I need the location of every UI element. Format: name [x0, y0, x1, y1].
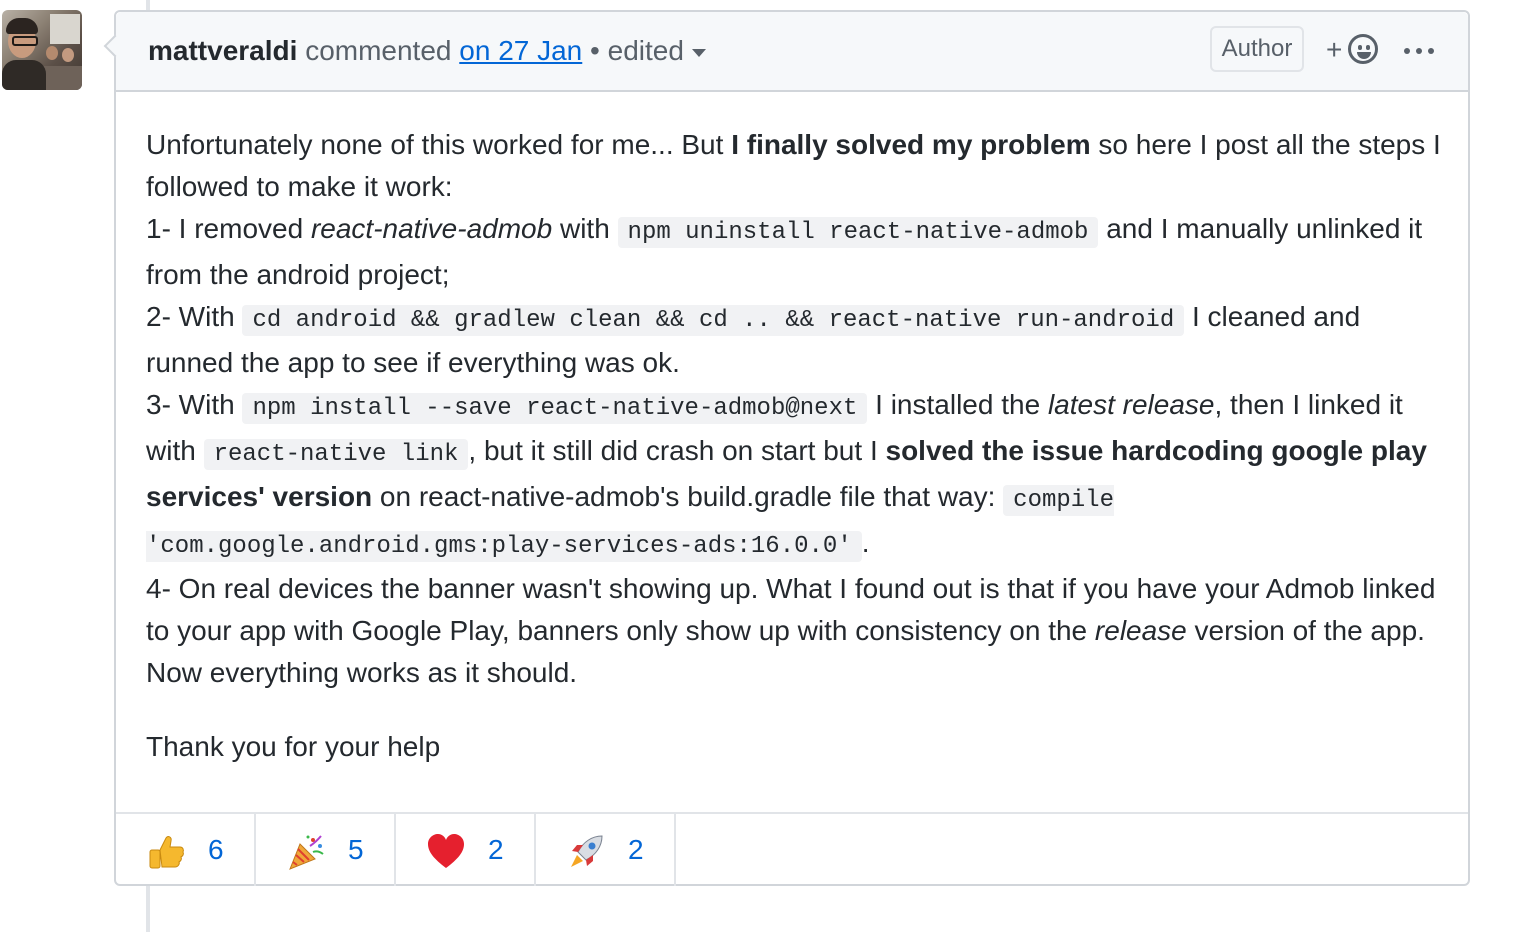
edited-dropdown[interactable]: edited: [608, 35, 706, 66]
edited-label: edited: [607, 35, 684, 66]
paragraph-thanks: Thank you for your help: [146, 731, 441, 762]
inline-code: cd android && gradlew clean && cd .. && …: [242, 305, 1185, 336]
reaction-party-popper[interactable]: 5: [256, 814, 396, 886]
party-popper-icon: [289, 835, 324, 870]
paragraph-step-1: 1- I removed react-native-admob with npm…: [146, 213, 1423, 290]
plus-icon: +: [1326, 34, 1343, 65]
rocket-icon: [571, 835, 603, 867]
chevron-down-icon: [691, 48, 706, 57]
reaction-thumbs-up[interactable]: 6: [116, 814, 256, 886]
reaction-heart[interactable]: 2: [396, 814, 536, 886]
reactions-bar: 6 5 2 2: [116, 812, 1468, 888]
thumbs-up-icon: [149, 836, 184, 869]
paragraph-step-3: 3- With npm install --save react-native-…: [146, 389, 1427, 562]
smiley-icon: [1348, 34, 1378, 64]
paragraph-step-5: Now everything works as it should.: [146, 657, 578, 688]
paragraph-step-2: 2- With cd android && gradlew clean && c…: [146, 301, 1361, 378]
separator: •: [590, 35, 600, 66]
paragraph-intro: Unfortunately none of this worked for me…: [146, 129, 1441, 202]
kebab-dot-icon: [1416, 48, 1422, 54]
paragraph-step-4: 4- On real devices the banner wasn't sho…: [146, 573, 1436, 646]
kebab-dot-icon: [1404, 48, 1410, 54]
author-link[interactable]: mattveraldi: [148, 35, 297, 66]
comment: mattveraldi commented on 27 Jan • edited…: [114, 10, 1470, 886]
inline-code: npm install --save react-native-admob@ne…: [242, 393, 868, 424]
reaction-count: 2: [488, 834, 504, 865]
reaction-count: 2: [628, 834, 644, 865]
comment-date-link[interactable]: on 27 Jan: [459, 35, 582, 66]
reaction-count: 5: [348, 834, 364, 865]
inline-code: npm uninstall react-native-admob: [617, 217, 1099, 248]
add-reaction-button[interactable]: +: [1326, 32, 1386, 70]
author-badge: Author: [1210, 26, 1304, 72]
comment-header: mattveraldi commented on 27 Jan • edited…: [116, 12, 1468, 92]
comment-action: commented: [305, 35, 452, 66]
inline-code: react-native link: [203, 439, 469, 470]
comment-meta: mattveraldi commented on 27 Jan • edited: [148, 34, 706, 68]
reaction-count: 6: [208, 834, 224, 865]
comment-body: Unfortunately none of this worked for me…: [146, 124, 1446, 768]
avatar[interactable]: [2, 10, 82, 90]
reaction-rocket[interactable]: 2: [536, 814, 676, 886]
more-options-button[interactable]: [1404, 36, 1434, 66]
heart-icon: [428, 834, 464, 868]
kebab-dot-icon: [1428, 48, 1434, 54]
